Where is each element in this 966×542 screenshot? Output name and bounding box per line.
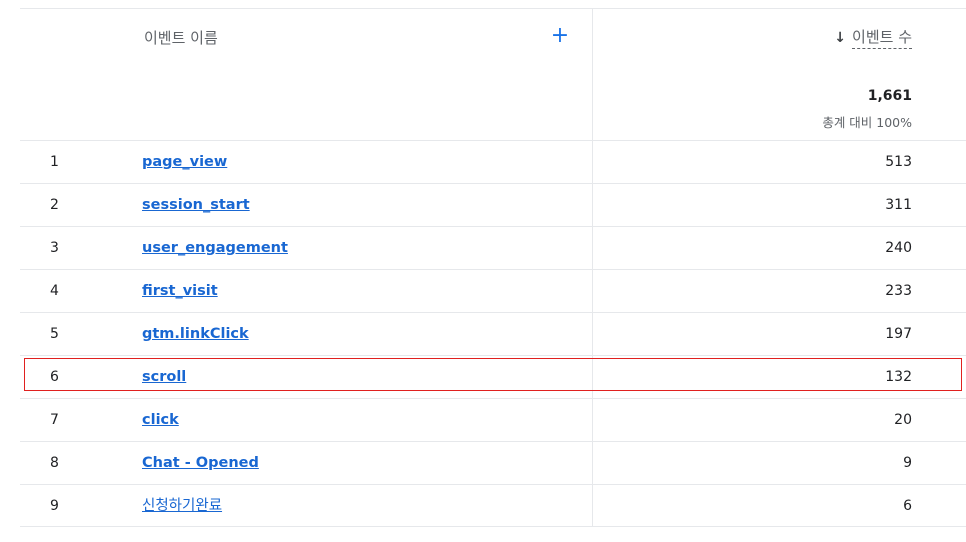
event-count: 197: [885, 326, 912, 342]
highlight-box: [24, 358, 962, 391]
row-index: 5: [50, 326, 59, 342]
event-name-link[interactable]: click: [142, 399, 179, 442]
event-count: 311: [885, 197, 912, 213]
row-index: 4: [50, 283, 59, 299]
sort-down-arrow-icon[interactable]: ↓: [834, 30, 846, 46]
table-row: 9 신청하기완료 6: [20, 485, 966, 528]
table-row: 1 page_view 513: [20, 141, 966, 184]
event-name-link[interactable]: page_view: [142, 141, 227, 184]
metric-header-label[interactable]: 이벤트 수: [852, 26, 912, 49]
event-count: 233: [885, 283, 912, 299]
row-index: 3: [50, 240, 59, 256]
event-name-link[interactable]: session_start: [142, 184, 250, 227]
row-index: 1: [50, 154, 59, 170]
row-index: 9: [50, 498, 59, 514]
event-count: 6: [903, 498, 912, 514]
table-row: 3 user_engagement 240: [20, 227, 966, 270]
table-row: 8 Chat - Opened 9: [20, 442, 966, 485]
event-count: 20: [894, 412, 912, 428]
total-value: 1,661: [867, 88, 912, 104]
table-row: 5 gtm.linkClick 197: [20, 313, 966, 356]
table-row: 7 click 20: [20, 399, 966, 442]
row-index: 8: [50, 455, 59, 471]
total-percent: 총계 대비 100%: [822, 115, 912, 130]
event-name-link[interactable]: 신청하기완료: [142, 485, 222, 528]
table-row: 4 first_visit 233: [20, 270, 966, 313]
table-row: 2 session_start 311: [20, 184, 966, 227]
event-count: 513: [885, 154, 912, 170]
row-index: 2: [50, 197, 59, 213]
add-dimension-button[interactable]: +: [548, 22, 572, 50]
event-name-link[interactable]: Chat - Opened: [142, 442, 259, 485]
dimension-header[interactable]: 이벤트 이름: [144, 27, 218, 48]
row-index: 7: [50, 412, 59, 428]
table-header: 이벤트 이름 + ↓ 이벤트 수 1,661 총계 대비 100%: [20, 8, 966, 140]
metric-header[interactable]: ↓ 이벤트 수: [834, 26, 912, 49]
event-name-link[interactable]: first_visit: [142, 270, 218, 313]
event-count: 240: [885, 240, 912, 256]
event-name-link[interactable]: user_engagement: [142, 227, 288, 270]
event-count: 9: [903, 455, 912, 471]
event-name-link[interactable]: gtm.linkClick: [142, 313, 249, 356]
divider: [20, 526, 966, 527]
